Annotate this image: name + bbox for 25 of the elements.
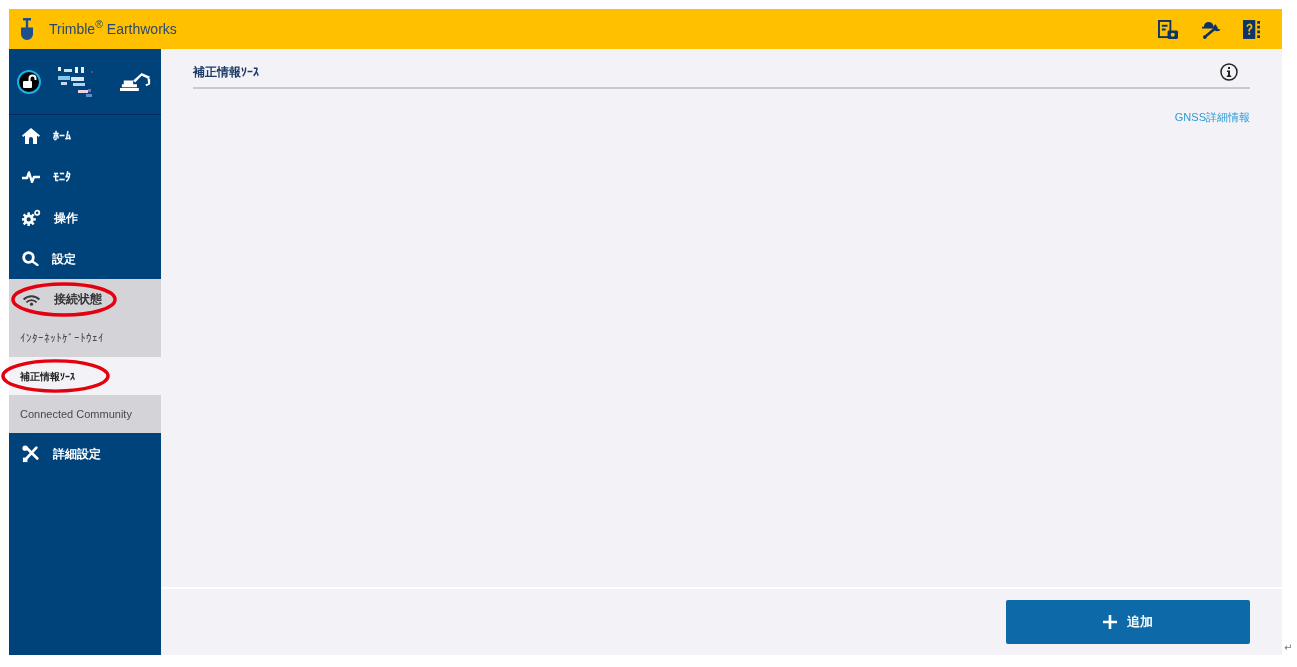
page-title: 補正情報ｿｰｽ <box>193 64 259 81</box>
magnifier-icon <box>22 251 39 266</box>
document-camera-icon[interactable] <box>1158 19 1178 39</box>
hard-hat-wrench-icon[interactable] <box>1201 19 1222 39</box>
home-icon <box>22 127 40 144</box>
sidebar-item[interactable]: ﾎｰﾑ <box>9 115 161 156</box>
tools-icon <box>22 444 40 463</box>
wifi-icon <box>22 292 41 306</box>
sidebar-subitem[interactable]: Connected Community <box>9 395 161 433</box>
app-name: Trimble$^{®}$ Earthworks <box>49 18 177 39</box>
sidebar-item[interactable]: ﾓﾆﾀ <box>9 156 161 197</box>
sidebar-item[interactable]: 設定 <box>9 238 161 279</box>
pulse-icon <box>22 170 40 183</box>
add-button[interactable]: 追加 <box>1006 600 1250 644</box>
sidebar-subitem[interactable]: ｲﾝﾀｰﾈｯﾄｹﾞｰﾄｳｪｲ <box>9 319 161 357</box>
sidebar-item[interactable]: 詳細設定 <box>9 433 161 474</box>
paragraph-mark: ↵ <box>1284 643 1293 653</box>
plus-icon <box>1103 615 1117 629</box>
shovel-logo-icon <box>20 18 34 40</box>
info-icon[interactable] <box>1220 63 1238 81</box>
excavator-icon <box>120 71 152 92</box>
help-book-icon[interactable] <box>1243 19 1260 39</box>
sidebar-item[interactable]: 操作 <box>9 197 161 238</box>
gears-icon <box>22 209 41 226</box>
open-padlock-icon[interactable] <box>17 69 41 94</box>
